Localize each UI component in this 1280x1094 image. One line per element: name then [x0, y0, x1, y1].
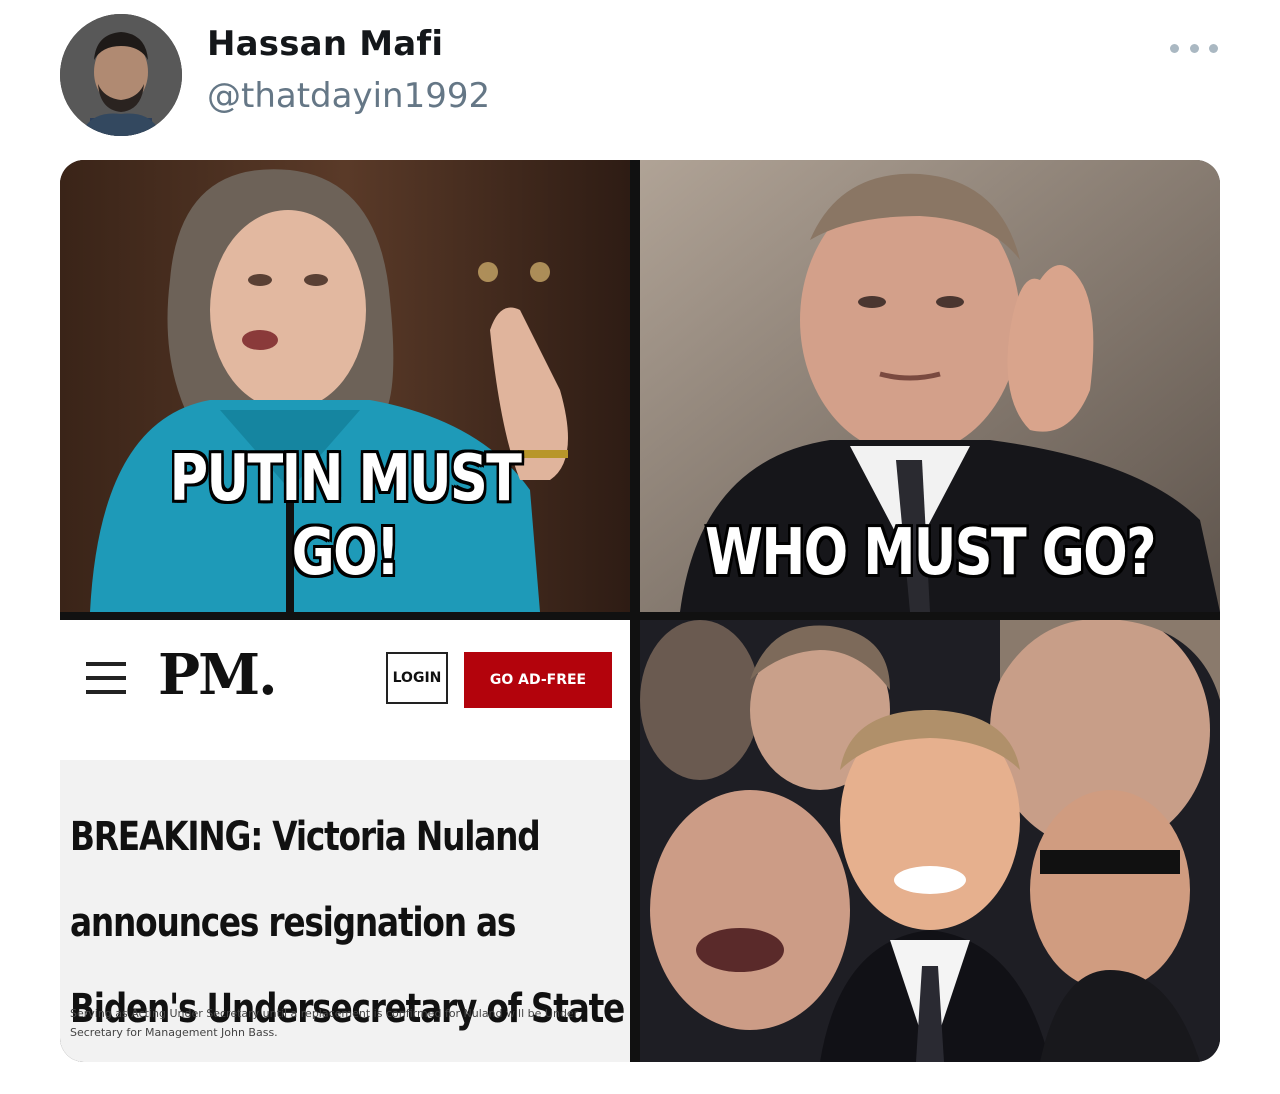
- meme-panel-woman-speaking: PUTIN MUST GO!: [60, 160, 630, 612]
- news-login-button: LOGIN: [386, 652, 448, 704]
- tweet-media-image[interactable]: PUTIN MUST GO! WHO MUST GO? PM. LOGIN GO…: [60, 160, 1220, 1062]
- ellipsis-icon: [1170, 43, 1179, 53]
- more-options-button[interactable]: [1170, 36, 1218, 60]
- meme-caption-panel1: PUTIN MUST GO!: [169, 442, 522, 590]
- ellipsis-icon: [1189, 43, 1199, 53]
- news-subtext: Serving as Acting Under Secretary until …: [70, 1007, 579, 1039]
- news-site-header: PM. LOGIN GO AD-FREE: [60, 620, 630, 760]
- avatar[interactable]: [60, 14, 182, 136]
- meme-caption-panel2: WHO MUST GO?: [705, 516, 1156, 590]
- ellipsis-icon: [1209, 43, 1218, 53]
- headline-line: announces resignation as: [70, 900, 516, 946]
- men-laughing-collage-icon: [640, 620, 1220, 1062]
- meme-panel-news-article: PM. LOGIN GO AD-FREE BREAKING: Victoria …: [60, 620, 630, 1062]
- news-go-ad-free-button: GO AD-FREE: [464, 652, 612, 708]
- headline-line: BREAKING: Victoria Nuland: [70, 814, 541, 860]
- profile-photo-icon: [60, 14, 182, 136]
- tweet-card: Hassan Mafi @thatdayin1992 PUTIN MUST GO…: [0, 0, 1280, 1094]
- user-handle[interactable]: @thatdayin1992: [207, 76, 490, 116]
- news-site-logo: PM.: [158, 642, 278, 708]
- hamburger-menu-icon: [86, 662, 126, 694]
- meme-panel-men-laughing: [640, 620, 1220, 1062]
- user-display-name[interactable]: Hassan Mafi: [207, 24, 443, 64]
- meme-panel-man-listening: WHO MUST GO?: [640, 160, 1220, 612]
